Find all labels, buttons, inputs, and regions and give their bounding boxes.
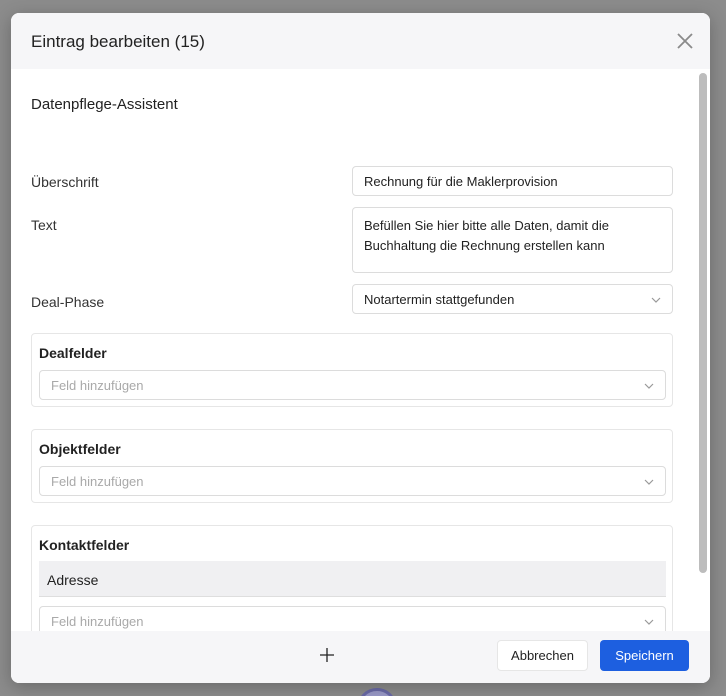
chevron-down-icon bbox=[644, 619, 654, 625]
heading-label: Überschrift bbox=[31, 174, 99, 190]
deal-phase-value: Notartermin stattgefunden bbox=[364, 292, 515, 307]
contact-fields-title: Kontaktfelder bbox=[39, 537, 130, 553]
edit-entry-dialog: Eintrag bearbeiten (15) Datenpflege-Assi… bbox=[11, 13, 710, 683]
deal-phase-select[interactable]: Notartermin stattgefunden bbox=[352, 284, 673, 314]
deal-fields-title: Dealfelder bbox=[39, 345, 107, 361]
object-field-placeholder: Feld hinzufügen bbox=[51, 474, 144, 489]
heading-input[interactable]: Rechnung für die Maklerprovision bbox=[352, 166, 673, 196]
deal-field-placeholder: Feld hinzufügen bbox=[51, 378, 144, 393]
scrollbar[interactable] bbox=[699, 73, 707, 573]
save-button[interactable]: Speichern bbox=[600, 640, 689, 671]
close-button[interactable] bbox=[674, 30, 696, 52]
contact-fields-group: Kontaktfelder Adresse Feld hinzufügen bbox=[31, 525, 673, 631]
contact-field-placeholder: Feld hinzufügen bbox=[51, 614, 144, 629]
chevron-down-icon bbox=[651, 297, 661, 303]
close-icon bbox=[677, 33, 693, 49]
text-textarea[interactable]: Befüllen Sie hier bitte alle Daten, dami… bbox=[352, 207, 673, 273]
contact-field-add-select[interactable]: Feld hinzufügen bbox=[39, 606, 666, 631]
text-label: Text bbox=[31, 217, 57, 233]
deal-field-add-select[interactable]: Feld hinzufügen bbox=[39, 370, 666, 400]
text-line-1: Befüllen Sie hier bitte alle Daten, dami… bbox=[364, 218, 609, 233]
section-title: Datenpflege-Assistent bbox=[31, 96, 178, 113]
dialog-header: Eintrag bearbeiten (15) bbox=[11, 13, 710, 69]
text-line-2: Buchhaltung die Rechnung erstellen kann bbox=[364, 238, 605, 253]
plus-icon[interactable] bbox=[318, 646, 336, 664]
chevron-down-icon bbox=[644, 479, 654, 485]
cancel-button[interactable]: Abbrechen bbox=[497, 640, 588, 671]
dialog-body: Datenpflege-Assistent Überschrift Rechnu… bbox=[11, 69, 710, 631]
object-fields-group: Objektfelder Feld hinzufügen bbox=[31, 429, 673, 503]
deal-fields-group: Dealfelder Feld hinzufügen bbox=[31, 333, 673, 407]
object-fields-title: Objektfelder bbox=[39, 441, 121, 457]
deal-phase-label: Deal-Phase bbox=[31, 294, 105, 310]
contact-field-address[interactable]: Adresse bbox=[39, 561, 666, 597]
dialog-title: Eintrag bearbeiten (15) bbox=[31, 32, 205, 51]
object-field-add-select[interactable]: Feld hinzufügen bbox=[39, 466, 666, 496]
dialog-footer: Abbrechen Speichern bbox=[11, 631, 710, 683]
chevron-down-icon bbox=[644, 383, 654, 389]
